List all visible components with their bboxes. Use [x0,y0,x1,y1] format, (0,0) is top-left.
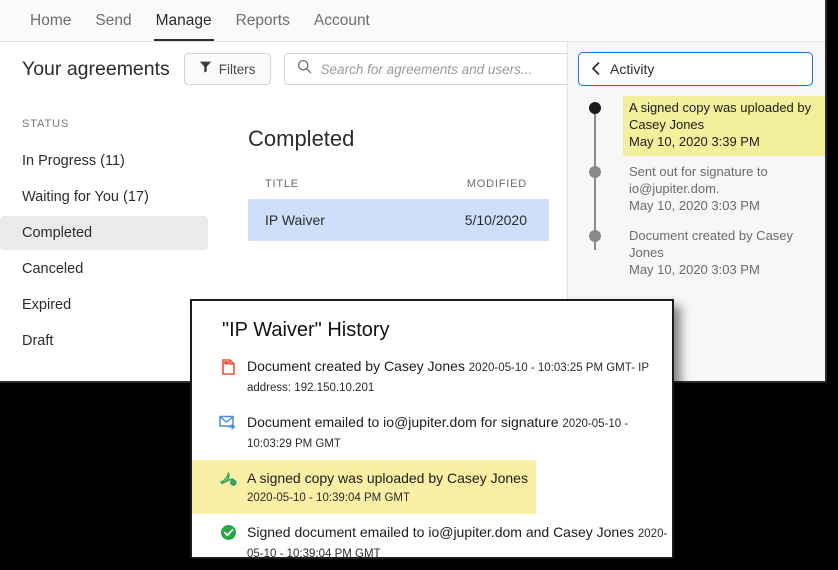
search-placeholder-text: Search for agreements and users... [320,61,533,77]
history-entry-text: Document created by Casey Jones [247,358,465,374]
history-entry-signed-document-emailed: Signed document emailed to io@jupiter.do… [192,514,672,557]
timeline-dot-icon [589,102,601,114]
history-entry-text: A signed copy was uploaded by Casey Jone… [247,470,528,486]
row-title: IP Waiver [265,212,325,228]
top-navigation-bar: Home Send Manage Reports Account [0,0,825,42]
activity-item-body: Document created by Casey Jones May 10, … [623,224,825,284]
history-entry-time: 2020-05-10 - 10:39:04 PM GMT [247,492,410,504]
history-entry-text: Signed document emailed to io@jupiter.do… [247,524,634,540]
history-entry-body: Document emailed to io@jupiter.dom for s… [247,413,672,453]
sidebar-item-expired[interactable]: Expired [0,288,208,322]
column-header-modified: MODIFIED [466,178,527,190]
sidebar-item-completed[interactable]: Completed [0,216,208,250]
activity-item-text: Document created by Casey Jones [629,228,794,260]
table-row[interactable]: IP Waiver 5/10/2020 [248,199,549,241]
column-header-title: TITLE [265,178,299,190]
nav-item-home[interactable]: Home [18,12,83,41]
page-title: Your agreements [22,57,170,80]
sidebar-heading: STATUS [22,118,70,130]
activity-item-time: May 10, 2020 3:39 PM [629,134,760,149]
funnel-icon [199,60,212,78]
search-icon [297,59,312,79]
activity-item-time: May 10, 2020 3:03 PM [629,262,760,277]
sidebar-item-in-progress[interactable]: In Progress (11) [0,144,208,178]
signature-uploaded-icon [218,470,238,507]
history-entry-document-emailed: Document emailed to io@jupiter.dom for s… [192,404,672,460]
content-title: Completed [248,126,355,151]
nav-item-send[interactable]: Send [83,12,143,41]
sidebar-item-canceled[interactable]: Canceled [0,252,208,286]
activity-item-signed-copy[interactable]: A signed copy was uploaded by Casey Jone… [578,96,825,156]
history-entry-body: Document created by Casey Jones 2020-05-… [247,357,672,397]
agreements-table: TITLE MODIFIED IP Waiver 5/10/2020 [248,178,549,241]
row-modified: 5/10/2020 [464,212,527,228]
screenshot-root: Home Send Manage Reports Account Your ag… [0,0,838,570]
nav-item-reports[interactable]: Reports [224,12,302,41]
activity-timeline: A signed copy was uploaded by Casey Jone… [568,96,825,284]
history-entry-document-created: Document created by Casey Jones 2020-05-… [192,348,672,404]
history-entry-text: Document emailed to io@jupiter.dom for s… [247,414,559,430]
activity-panel-title: Activity [610,61,655,77]
check-circle-icon [218,524,238,557]
sidebar-item-waiting-for-you[interactable]: Waiting for You (17) [0,180,208,214]
chevron-left-icon [591,61,600,77]
history-entry-body: Signed document emailed to io@jupiter.do… [247,523,672,557]
history-entry-signed-copy-uploaded: A signed copy was uploaded by Casey Jone… [192,460,536,514]
activity-item-time: May 10, 2020 3:03 PM [629,198,760,213]
timeline-dot-icon [589,230,601,242]
activity-item-document-created[interactable]: Document created by Casey Jones May 10, … [578,224,825,284]
activity-item-sent-out[interactable]: Sent out for signature to io@jupiter.dom… [578,160,825,220]
activity-item-body: Sent out for signature to io@jupiter.dom… [623,160,825,220]
activity-item-text: A signed copy was uploaded by Casey Jone… [629,100,812,132]
table-header-row: TITLE MODIFIED [248,178,549,199]
timeline-dot-icon [589,166,601,178]
sidebar-item-draft[interactable]: Draft [0,324,208,358]
activity-item-text: Sent out for signature to io@jupiter.dom… [629,164,768,196]
email-sent-icon [218,414,238,453]
nav-item-account[interactable]: Account [302,12,382,41]
document-created-icon [218,358,238,397]
filters-button-label: Filters [218,61,256,77]
filters-button[interactable]: Filters [183,53,271,85]
activity-item-body: A signed copy was uploaded by Casey Jone… [623,96,825,156]
status-sidebar: STATUS In Progress (11) Waiting for You … [0,96,218,381]
history-popup-title: "IP Waiver" History [222,319,390,341]
search-input[interactable]: Search for agreements and users... [283,53,574,85]
history-entry-body: A signed copy was uploaded by Casey Jone… [247,469,536,507]
activity-back-button[interactable]: Activity [578,52,813,86]
history-popup: "IP Waiver" History Document created by … [190,299,674,559]
nav-item-manage[interactable]: Manage [144,12,224,41]
nav-item-list: Home Send Manage Reports Account [0,0,825,41]
